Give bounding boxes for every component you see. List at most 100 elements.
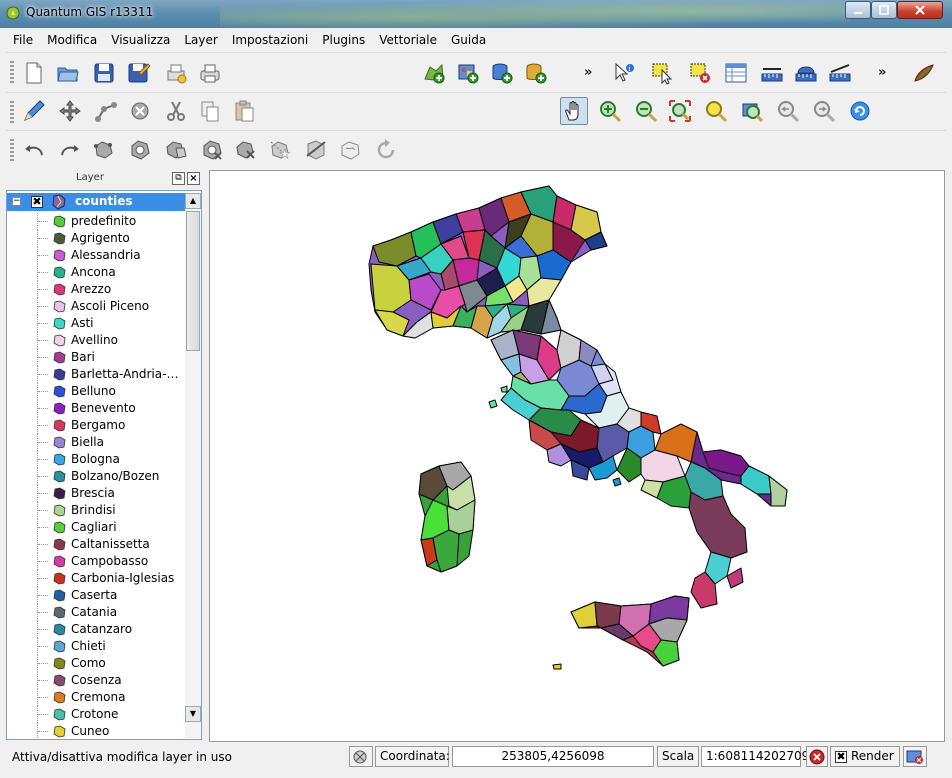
zoom-full-button[interactable] xyxy=(666,97,694,125)
legend-item[interactable]: Catanzaro xyxy=(7,621,185,638)
print-button[interactable] xyxy=(196,59,224,87)
legend-item[interactable]: Ascoli Piceno xyxy=(7,298,185,315)
legend-item[interactable]: Chieti xyxy=(7,638,185,655)
float-panel-button[interactable]: ⧉ xyxy=(172,172,185,185)
legend-item[interactable]: Bergamo xyxy=(7,417,185,434)
toggle-editing-button[interactable] xyxy=(20,97,48,125)
maximize-button[interactable] xyxy=(871,1,897,19)
legend-item[interactable]: Catania xyxy=(7,604,185,621)
legend-item[interactable]: Carbonia-Iglesias xyxy=(7,570,185,587)
toolbar-grip[interactable] xyxy=(10,101,14,123)
refresh-map-button[interactable] xyxy=(846,97,874,125)
close-window-button[interactable] xyxy=(897,1,943,19)
close-panel-button[interactable]: × xyxy=(187,172,200,185)
legend-item[interactable]: Biella xyxy=(7,434,185,451)
legend-item[interactable]: Brescia xyxy=(7,485,185,502)
toggle-extents-button[interactable] xyxy=(349,746,373,767)
zoom-last-button[interactable] xyxy=(774,97,802,125)
menu-impostazioni[interactable]: Impostazioni xyxy=(225,29,315,51)
projection-button[interactable] xyxy=(903,746,927,767)
zoom-to-layer-button[interactable] xyxy=(738,97,766,125)
render-toggle[interactable]: ✖ Render xyxy=(830,746,900,767)
open-attribute-table-button[interactable] xyxy=(722,59,750,87)
stop-render-button[interactable] xyxy=(806,746,828,767)
pan-map-button[interactable] xyxy=(560,97,588,125)
cut-features-button[interactable] xyxy=(162,97,190,125)
delete-part-button[interactable] xyxy=(232,136,260,164)
rotate-point-symbols-button[interactable] xyxy=(372,136,400,164)
add-postgis-layer-button[interactable] xyxy=(488,59,516,87)
coordinate-field[interactable]: 253805,4256098 xyxy=(452,746,654,767)
delete-ring-button[interactable] xyxy=(198,136,226,164)
redo-button[interactable] xyxy=(56,136,84,164)
legend-item[interactable]: Campobasso xyxy=(7,553,185,570)
menu-vettoriale[interactable]: Vettoriale xyxy=(372,29,444,51)
menu-file[interactable]: File xyxy=(6,29,40,51)
zoom-out-button[interactable] xyxy=(632,97,660,125)
scale-field[interactable]: 1:608114202709 xyxy=(701,746,809,767)
menu-visualizza[interactable]: Visualizza xyxy=(104,29,177,51)
add-vector-layer-button[interactable] xyxy=(420,59,448,87)
deselect-features-button[interactable] xyxy=(686,59,714,87)
layer-tree-scrollbar[interactable]: ▲ ▼ xyxy=(185,193,201,738)
add-part-button[interactable] xyxy=(162,136,190,164)
legend-item[interactable]: Belluno xyxy=(7,383,185,400)
legend-item[interactable]: Cagliari xyxy=(7,519,185,536)
layer-row-counties[interactable]: − ✖ counties xyxy=(7,193,185,211)
legend-item[interactable]: Cuneo xyxy=(7,723,185,739)
paste-features-button[interactable] xyxy=(230,97,258,125)
identify-features-button[interactable]: i xyxy=(610,59,638,87)
legend-item[interactable]: Crotone xyxy=(7,706,185,723)
new-project-button[interactable] xyxy=(20,59,48,87)
legend-item[interactable]: Bolzano/Bozen xyxy=(7,468,185,485)
menu-layer[interactable]: Layer xyxy=(177,29,224,51)
legend-item[interactable]: Agrigento xyxy=(7,230,185,247)
legend-item[interactable]: Brindisi xyxy=(7,502,185,519)
scroll-up-button[interactable]: ▲ xyxy=(185,193,201,209)
legend-item[interactable]: Avellino xyxy=(7,332,185,349)
menu-guida[interactable]: Guida xyxy=(444,29,493,51)
print-composer-button[interactable] xyxy=(162,59,190,87)
legend-item[interactable]: Caltanissetta xyxy=(7,536,185,553)
split-features-button[interactable] xyxy=(302,136,330,164)
add-spatialite-layer-button[interactable] xyxy=(522,59,550,87)
open-project-button[interactable] xyxy=(54,59,82,87)
legend-item[interactable]: Ancona xyxy=(7,264,185,281)
add-raster-layer-button[interactable] xyxy=(454,59,482,87)
legend-item[interactable]: Caserta xyxy=(7,587,185,604)
legend-item[interactable]: Asti xyxy=(7,315,185,332)
scroll-down-button[interactable]: ▼ xyxy=(185,706,201,722)
simplify-feature-button[interactable] xyxy=(90,136,118,164)
measure-angle-button[interactable] xyxy=(826,59,854,87)
node-tool-button[interactable] xyxy=(92,97,120,125)
legend-item[interactable]: predefinito xyxy=(7,213,185,230)
python-plugins-button[interactable] xyxy=(910,59,938,87)
zoom-to-selection-button[interactable] xyxy=(702,97,730,125)
menu-plugins[interactable]: Plugins xyxy=(315,29,372,51)
merge-features-button[interactable] xyxy=(336,136,364,164)
measure-area-button[interactable] xyxy=(792,59,820,87)
legend-item[interactable]: Cremona xyxy=(7,689,185,706)
menu-modifica[interactable]: Modifica xyxy=(40,29,104,51)
undo-button[interactable] xyxy=(20,136,48,164)
add-ring-button[interactable] xyxy=(126,136,154,164)
copy-features-button[interactable] xyxy=(196,97,224,125)
legend-item[interactable]: Alessandria xyxy=(7,247,185,264)
save-as-button[interactable] xyxy=(124,59,152,87)
legend-item[interactable]: Barletta-Andria-… xyxy=(7,366,185,383)
legend-item[interactable]: Como xyxy=(7,655,185,672)
map-canvas[interactable] xyxy=(209,170,945,742)
save-project-button[interactable] xyxy=(90,59,118,87)
scroll-thumb[interactable] xyxy=(186,211,200,351)
layer-visibility-checkbox[interactable]: ✖ xyxy=(31,196,43,208)
legend-item[interactable]: Bologna xyxy=(7,451,185,468)
legend-item[interactable]: Benevento xyxy=(7,400,185,417)
minimize-button[interactable] xyxy=(845,1,871,19)
measure-line-button[interactable] xyxy=(758,59,786,87)
zoom-next-button[interactable] xyxy=(810,97,838,125)
toolbar-grip[interactable] xyxy=(10,139,14,161)
select-features-button[interactable] xyxy=(648,59,676,87)
legend-item[interactable]: Bari xyxy=(7,349,185,366)
render-checkbox[interactable]: ✖ xyxy=(835,750,847,763)
collapse-toggle[interactable]: − xyxy=(12,197,21,206)
